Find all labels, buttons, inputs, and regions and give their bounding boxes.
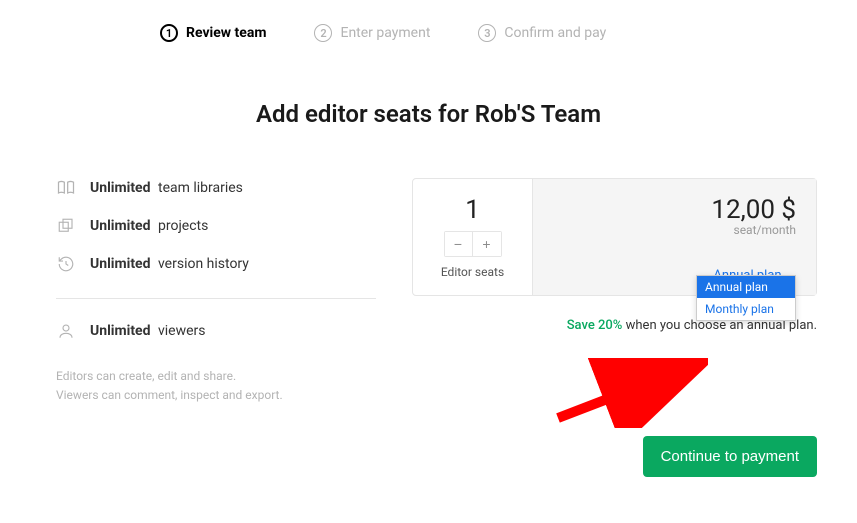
feature-strong: Unlimited [90, 256, 151, 272]
divider [56, 298, 376, 299]
price-sub: seat/month [734, 223, 797, 237]
seat-label: Editor seats [441, 265, 504, 279]
feature-label: version history [158, 256, 249, 272]
step-label: Review team [186, 25, 266, 41]
step-number-1: 1 [160, 24, 178, 42]
decrement-button[interactable]: − [445, 232, 473, 256]
feature-strong: Unlimited [90, 180, 151, 196]
feature-item: Unlimited projects [56, 216, 376, 236]
checkout-stepper: 1 Review team 2 Enter payment 3 Confirm … [0, 0, 857, 42]
step-label: Confirm and pay [504, 25, 606, 41]
plan-dropdown: Annual plan Monthly plan [696, 275, 796, 321]
history-icon [56, 254, 76, 274]
plan-option-monthly[interactable]: Monthly plan [697, 298, 795, 320]
page-title: Add editor seats for Rob'S Team [0, 100, 857, 128]
quantity-box: 1 − + Editor seats [413, 179, 533, 295]
step-review-team: 1 Review team [160, 24, 266, 42]
feature-item: Unlimited team libraries [56, 178, 376, 198]
pricing-card: 1 − + Editor seats 12,00 $ seat/month An… [412, 178, 817, 296]
feature-item: Unlimited version history [56, 254, 376, 274]
step-label: Enter payment [340, 25, 430, 41]
feature-label: projects [158, 218, 208, 234]
step-number-3: 3 [478, 24, 496, 42]
feature-label: viewers [158, 323, 206, 339]
feature-viewers: Unlimited viewers [56, 321, 376, 341]
feature-strong: Unlimited [90, 218, 151, 234]
increment-button[interactable]: + [473, 232, 501, 256]
footnote-line: Viewers can comment, inspect and export. [56, 386, 376, 405]
seat-count: 1 [465, 195, 480, 225]
save-percent: Save 20% [567, 318, 623, 333]
feature-strong: Unlimited [90, 323, 151, 339]
step-confirm-pay[interactable]: 3 Confirm and pay [478, 24, 606, 42]
step-number-2: 2 [314, 24, 332, 42]
features-list: Unlimited team libraries Unlimited proje… [56, 178, 376, 405]
feature-label: team libraries [158, 180, 243, 196]
step-enter-payment[interactable]: 2 Enter payment [314, 24, 430, 42]
quantity-stepper: − + [444, 231, 502, 257]
footnote-line: Editors can create, edit and share. [56, 367, 376, 386]
price-box: 12,00 $ seat/month Annual plan ⌄ Annual … [533, 179, 816, 295]
book-icon [56, 178, 76, 198]
price-value: 12,00 $ [711, 195, 796, 225]
continue-button[interactable]: Continue to payment [643, 436, 817, 477]
user-icon [56, 321, 76, 341]
plan-option-annual[interactable]: Annual plan [697, 276, 795, 298]
copy-icon [56, 216, 76, 236]
footnote: Editors can create, edit and share. View… [56, 367, 376, 405]
